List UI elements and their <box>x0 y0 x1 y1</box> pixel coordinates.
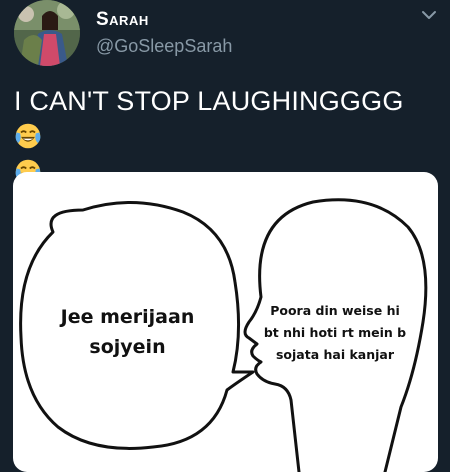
display-name[interactable]: Sarah <box>96 9 149 31</box>
user-handle[interactable]: @GoSleepSarah <box>96 36 232 57</box>
avatar-image <box>14 0 80 66</box>
meme-right-text: Poora din weise hi bt nhi hoti rt mein b… <box>263 303 407 362</box>
avatar[interactable] <box>14 0 80 66</box>
tweet-text-content: I CAN'T STOP LAUGHINGGGG <box>14 86 404 116</box>
face-with-tears-of-joy-icon <box>15 123 41 149</box>
meme-left-text: Jee merijaan sojyein <box>60 306 195 358</box>
tweet-media-image[interactable]: Jee merijaan sojyein Poora din weise hi … <box>13 172 438 472</box>
chevron-down-icon[interactable] <box>420 8 438 22</box>
